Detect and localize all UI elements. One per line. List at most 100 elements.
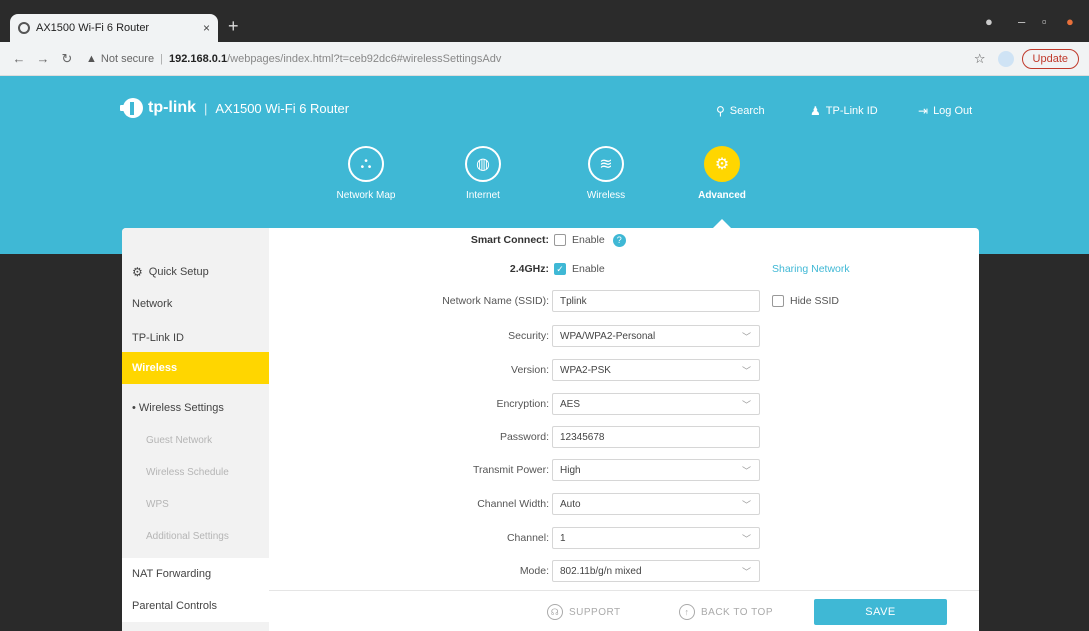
- channel-width-label: Channel Width:: [477, 498, 549, 510]
- search-label: Search: [729, 105, 765, 117]
- encryption-select[interactable]: AES ﹀: [552, 393, 760, 415]
- support-icon: ☊: [547, 604, 563, 620]
- sidebar-item-network[interactable]: Network: [122, 288, 269, 320]
- browser-toolbar: ← → ↻ ▲ Not secure | 192.168.0.1 /webpag…: [0, 42, 1089, 76]
- mode-row: Mode: 802.11b/g/n mixed ﹀: [269, 559, 979, 583]
- sidebar: ⚙ Quick Setup Network TP-Link ID Wireles…: [122, 228, 269, 631]
- band-24-row: 2.4GHz: ✓ Enable Sharing Network: [269, 257, 979, 281]
- sidebar-item-wps[interactable]: WPS: [122, 488, 269, 520]
- smart-connect-checkbox[interactable]: Enable ?: [554, 233, 626, 247]
- reload-icon[interactable]: ↻: [58, 51, 76, 67]
- sidebar-item-label: TP-Link ID: [132, 332, 184, 344]
- sidebar-item-wireless-settings[interactable]: • Wireless Settings: [122, 392, 269, 424]
- encryption-value: AES: [560, 398, 581, 410]
- sidebar-item-additional-settings[interactable]: Additional Settings: [122, 520, 269, 552]
- checkbox-label: Enable: [572, 234, 605, 246]
- sharing-network-link[interactable]: Sharing Network: [772, 263, 850, 275]
- sidebar-item-wireless[interactable]: Wireless: [122, 352, 269, 384]
- sidebar-item-tplink-id[interactable]: TP-Link ID: [122, 322, 269, 354]
- support-link[interactable]: ☊ SUPPORT: [547, 604, 621, 620]
- band-24-label: 2.4GHz:: [509, 263, 549, 275]
- bookmark-star-icon[interactable]: ☆: [974, 51, 986, 67]
- save-button[interactable]: SAVE: [814, 599, 947, 625]
- user-icon: ♟: [810, 104, 821, 118]
- tplink-logo-icon: [120, 98, 143, 118]
- security-select[interactable]: WPA/WPA2-Personal ﹀: [552, 325, 760, 347]
- nav-internet[interactable]: ◍ Internet: [443, 146, 523, 201]
- chevron-down-icon: ﹀: [741, 331, 751, 342]
- nav-label: Network Map: [336, 190, 396, 201]
- tab-close-icon[interactable]: ×: [203, 21, 210, 35]
- security-row: Security: WPA/WPA2-Personal ﹀: [269, 324, 979, 348]
- update-button[interactable]: Update: [1021, 48, 1079, 69]
- sidebar-item-guest-network[interactable]: Guest Network: [122, 424, 269, 456]
- panel-footer: ☊ SUPPORT ↑ BACK TO TOP SAVE: [269, 590, 979, 631]
- sidebar-item-label: Wireless: [132, 362, 178, 374]
- sidebar-item-quick-setup[interactable]: ⚙ Quick Setup: [122, 256, 269, 288]
- back-to-top-label: BACK TO TOP: [701, 606, 774, 618]
- channel-width-row: Channel Width: Auto ﹀: [269, 492, 979, 516]
- smart-connect-label: Smart Connect:: [470, 234, 549, 246]
- network-map-icon: ⛬: [348, 146, 384, 182]
- support-label: SUPPORT: [569, 606, 621, 618]
- security-value: WPA/WPA2-Personal: [560, 330, 656, 342]
- tab-title: AX1500 Wi-Fi 6 Router: [36, 22, 150, 34]
- gear-icon: ⚙: [704, 146, 740, 182]
- band-24-enable-checkbox[interactable]: ✓ Enable: [554, 263, 605, 275]
- password-input[interactable]: 12345678: [552, 426, 760, 448]
- globe-icon: ◍: [465, 146, 501, 182]
- checkbox-box: [772, 295, 784, 307]
- transmit-power-select[interactable]: High ﹀: [552, 459, 760, 481]
- profile-icon[interactable]: ●: [985, 14, 993, 29]
- back-to-top-link[interactable]: ↑ BACK TO TOP: [679, 604, 773, 620]
- sidebar-item-label: NAT Forwarding: [132, 568, 212, 580]
- close-window-icon[interactable]: ●: [1066, 14, 1074, 29]
- channel-row: Channel: 1 ﹀: [269, 526, 979, 550]
- browser-tab[interactable]: AX1500 Wi-Fi 6 Router ×: [10, 14, 218, 42]
- nav-advanced[interactable]: ⚙ Advanced: [682, 146, 762, 201]
- tplink-id-label: TP-Link ID: [825, 105, 878, 117]
- brand-name: tp-link: [148, 99, 196, 116]
- ssid-input[interactable]: Tplink: [552, 290, 760, 312]
- new-tab-button[interactable]: +: [228, 16, 239, 37]
- channel-select[interactable]: 1 ﹀: [552, 527, 760, 549]
- arrow-up-icon: ↑: [679, 604, 695, 620]
- extension-icon[interactable]: [997, 50, 1014, 67]
- checkbox-label: Enable: [572, 263, 605, 275]
- tplink-id-link[interactable]: ♟ TP-Link ID: [810, 104, 878, 118]
- help-icon[interactable]: ?: [612, 233, 626, 247]
- settings-panel: ⚙ Quick Setup Network TP-Link ID Wireles…: [122, 228, 979, 631]
- ssid-label: Network Name (SSID):: [442, 295, 549, 307]
- forward-icon[interactable]: →: [34, 51, 52, 66]
- nav-wireless[interactable]: ≋ Wireless: [566, 146, 646, 201]
- address-bar[interactable]: ▲ Not secure | 192.168.0.1 /webpages/ind…: [86, 53, 974, 65]
- product-name: AX1500 Wi-Fi 6 Router: [215, 100, 350, 116]
- sidebar-item-parental-controls[interactable]: Parental Controls: [122, 590, 269, 622]
- maximize-icon[interactable]: ▫: [1042, 14, 1047, 29]
- chevron-down-icon: ﹀: [741, 465, 751, 476]
- url-host: 192.168.0.1: [168, 52, 228, 65]
- sidebar-item-nat-forwarding[interactable]: NAT Forwarding: [122, 558, 269, 590]
- brand-divider: |: [204, 100, 208, 116]
- chevron-down-icon: ﹀: [741, 499, 751, 510]
- sidebar-item-wireless-schedule[interactable]: Wireless Schedule: [122, 456, 269, 488]
- chevron-down-icon: ﹀: [741, 533, 751, 544]
- sidebar-item-label: Quick Setup: [148, 266, 209, 278]
- browser-titlebar: AX1500 Wi-Fi 6 Router × + ● – ▫ ●: [0, 0, 1089, 42]
- nav-label: Wireless: [586, 190, 626, 201]
- chevron-down-icon: ﹀: [741, 365, 751, 376]
- hide-ssid-checkbox[interactable]: Hide SSID: [772, 295, 839, 307]
- quick-setup-gear-icon: ⚙: [132, 265, 143, 279]
- minimize-icon[interactable]: –: [1018, 14, 1025, 29]
- ssid-row: Network Name (SSID): Tplink Hide SSID: [269, 289, 979, 313]
- mode-select[interactable]: 802.11b/g/n mixed ﹀: [552, 560, 760, 582]
- chevron-down-icon: ﹀: [741, 566, 751, 577]
- version-row: Version: WPA2-PSK ﹀: [269, 358, 979, 382]
- search-link[interactable]: ⚲ Search: [716, 104, 765, 118]
- password-value: 12345678: [560, 431, 605, 443]
- version-select[interactable]: WPA2-PSK ﹀: [552, 359, 760, 381]
- logout-link[interactable]: ⇥ Log Out: [918, 104, 972, 118]
- nav-network-map[interactable]: ⛬ Network Map: [326, 146, 406, 201]
- channel-width-select[interactable]: Auto ﹀: [552, 493, 760, 515]
- back-icon[interactable]: ←: [10, 51, 28, 66]
